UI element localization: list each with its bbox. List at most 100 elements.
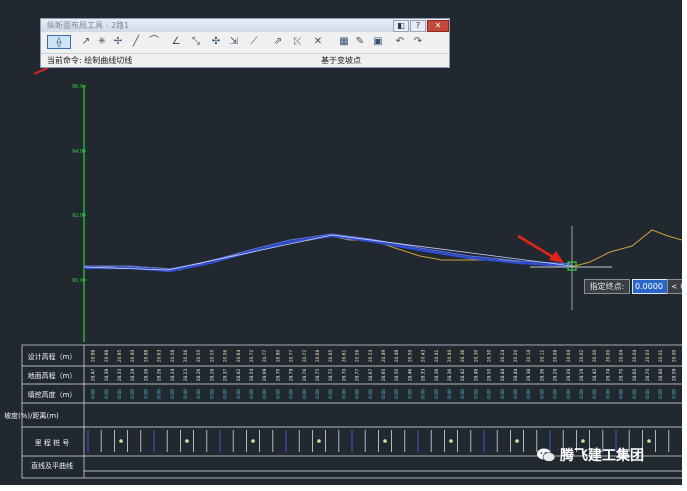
frame-right bbox=[682, 0, 687, 491]
band-cell-value: 20.30 bbox=[487, 350, 493, 363]
wechat-icon bbox=[537, 448, 556, 462]
band-cell-value: 20.02 bbox=[579, 350, 585, 363]
annotation-arrow-endpoint bbox=[517, 234, 564, 263]
insert-pvi-icon[interactable]: ⤡ bbox=[189, 35, 203, 49]
close-button[interactable]: ✕ bbox=[427, 20, 449, 32]
band-cell-value: 28.38 bbox=[526, 369, 532, 382]
band-cell-value: 20.30 bbox=[473, 350, 479, 363]
band-cell-value: 0.00 bbox=[619, 389, 625, 399]
help-button[interactable]: ? bbox=[410, 20, 426, 32]
delete-entity-icon[interactable]: ✕ bbox=[311, 35, 325, 49]
band-cell-value: 20.11 bbox=[539, 350, 545, 363]
arc-tool-icon[interactable]: ⌒ bbox=[147, 35, 161, 49]
band-cell-value: 20.49 bbox=[394, 350, 400, 363]
band-cell-value: 28.19 bbox=[579, 369, 585, 382]
band-cell-value: 20.04 bbox=[566, 350, 572, 363]
move-vertex-icon[interactable]: ✢ bbox=[111, 35, 125, 49]
pick-point-icon[interactable]: ↗ bbox=[79, 35, 93, 49]
band-cell-value: 0.00 bbox=[407, 389, 413, 399]
band-cell-value: 28.70 bbox=[275, 369, 281, 382]
band-cell-value: 28.42 bbox=[460, 369, 466, 382]
band-cell-value: 28.46 bbox=[407, 369, 413, 382]
y-tick-label: 92.0 bbox=[72, 213, 83, 219]
band-cell-value: 0.00 bbox=[289, 389, 295, 399]
design-line-main[interactable] bbox=[84, 234, 573, 273]
band-cell-value: 0.00 bbox=[632, 389, 638, 399]
band-cell-value: 28.50 bbox=[487, 369, 493, 382]
band-cell-value: 28.28 bbox=[209, 369, 215, 382]
band-cell-value: 28.60 bbox=[381, 369, 387, 382]
stake-station-marker bbox=[647, 439, 651, 443]
band-cell-value: 28.36 bbox=[447, 369, 453, 382]
y-tick-label: 90.0 bbox=[72, 278, 83, 284]
elevation-ticks: 96.0 94.0 92.0 90.0 bbox=[72, 84, 83, 284]
band-cell-value: 28.44 bbox=[513, 369, 519, 382]
band-cell-value: 20.40 bbox=[447, 350, 453, 363]
band-cell-value: 0.00 bbox=[487, 389, 493, 399]
save-icon[interactable]: ▣ bbox=[371, 35, 385, 49]
band-cell-value: 0.00 bbox=[671, 389, 677, 399]
profile-layout-toolbar-window[interactable]: 纵断面布局工具 - 2路1 ◧ ? ✕ ⟠ ↗ ✳ ✢ ╱ ⌒ ∠ ⤡ ✣ ⇲ ⟋ ⇗ ⤪ ✕ ▦ ✎ ▣ ↶ ↷ … bbox=[40, 18, 450, 68]
band-cell-value: 28.70 bbox=[619, 369, 625, 382]
band-cell-value: 0.00 bbox=[394, 389, 400, 399]
band-cell-value: 28.72 bbox=[328, 369, 334, 382]
band-cell-value: 20.56 bbox=[183, 350, 189, 363]
band-cell-value: 28.23 bbox=[183, 369, 189, 382]
toolbar-titlebar[interactable]: 纵断面布局工具 - 2路1 ◧ ? ✕ bbox=[41, 19, 449, 32]
prompt-angle-field[interactable]: < 0 bbox=[667, 279, 682, 294]
band-cell-value: 20.88 bbox=[143, 350, 149, 363]
edit-document-icon[interactable]: ✎ bbox=[353, 35, 367, 49]
band-cell-value: 20.50 bbox=[407, 350, 413, 363]
band-cell-value: 20.08 bbox=[553, 350, 559, 363]
band-cell-value: 0.00 bbox=[421, 389, 427, 399]
band-cell-value: 20.53 bbox=[368, 350, 374, 363]
y-tick-label: 96.0 bbox=[72, 84, 83, 90]
frame-bottom bbox=[0, 485, 687, 491]
cut-icon[interactable]: ⤪ bbox=[291, 35, 305, 49]
select-curve-icon[interactable]: ⟠ bbox=[47, 35, 71, 49]
band-cell-value: 0.00 bbox=[592, 389, 598, 399]
redo-icon[interactable]: ↷ bbox=[411, 35, 425, 49]
band-cell-value: 0.00 bbox=[605, 389, 611, 399]
band-label-design: 设计高程（m） bbox=[27, 353, 77, 361]
prompt-label: 指定终点: bbox=[584, 279, 630, 294]
band-cell-value: 0.00 bbox=[500, 389, 506, 399]
line-tool-icon[interactable]: ╱ bbox=[129, 35, 143, 49]
edit-slope-icon[interactable]: ⟋ bbox=[247, 35, 261, 49]
band-cell-value: 28.36 bbox=[434, 369, 440, 382]
copy-icon[interactable]: ⇗ bbox=[271, 35, 285, 49]
band-cell-value: 20.77 bbox=[262, 350, 268, 363]
band-cell-value: 20.72 bbox=[302, 350, 308, 363]
band-cell-value: 20.65 bbox=[328, 350, 334, 363]
band-cell-value: 0.00 bbox=[460, 389, 466, 399]
band-cell-value: 20.98 bbox=[91, 350, 97, 363]
band-cell-value: 0.00 bbox=[434, 389, 440, 399]
stake-station-marker bbox=[317, 439, 321, 443]
table-icon[interactable]: ▦ bbox=[337, 35, 351, 49]
undo-icon[interactable]: ↶ bbox=[393, 35, 407, 49]
band-cell-value: 0.00 bbox=[223, 389, 229, 399]
band-cell-value: 0.00 bbox=[447, 389, 453, 399]
band-label-alignment: 直线及平曲线 bbox=[31, 462, 73, 470]
band-cell-value: 28.29 bbox=[130, 369, 136, 382]
free-curve-icon[interactable]: ∠ bbox=[169, 35, 183, 49]
design-profile[interactable] bbox=[83, 233, 573, 273]
coordinate-input[interactable]: 0.0000 bbox=[632, 279, 668, 294]
band-label-ground: 地面高程（m） bbox=[27, 372, 77, 380]
band-label-stake: 里 程 桩 号 bbox=[34, 439, 70, 447]
add-vertex-icon[interactable]: ✳ bbox=[95, 35, 109, 49]
band-cell-value: 0.00 bbox=[209, 389, 215, 399]
minimize-button[interactable]: ◧ bbox=[393, 20, 409, 32]
band-cell-value: 20.93 bbox=[130, 350, 136, 363]
watermark: 腾飞建工集团 bbox=[536, 446, 644, 464]
band-cell-value: 20.00 bbox=[605, 350, 611, 363]
delete-pvi-icon[interactable]: ✣ bbox=[209, 35, 223, 49]
toolbar-buttons: ⟠ ↗ ✳ ✢ ╱ ⌒ ∠ ⤡ ✣ ⇲ ⟋ ⇗ ⤪ ✕ ▦ ✎ ▣ ↶ ↷ bbox=[43, 34, 447, 52]
band-cell-value: 0.00 bbox=[355, 389, 361, 399]
band-cell-value: 0.00 bbox=[539, 389, 545, 399]
band-cell-value: 20.68 bbox=[315, 350, 321, 363]
move-pvi-icon[interactable]: ⇲ bbox=[227, 35, 241, 49]
band-cell-value: 20.63 bbox=[157, 350, 163, 363]
band-cell-value: 28.50 bbox=[394, 369, 400, 382]
drawing-canvas[interactable]: 96.0 94.0 92.0 90.0 20.98 20.98 20.95 20… bbox=[0, 0, 682, 485]
